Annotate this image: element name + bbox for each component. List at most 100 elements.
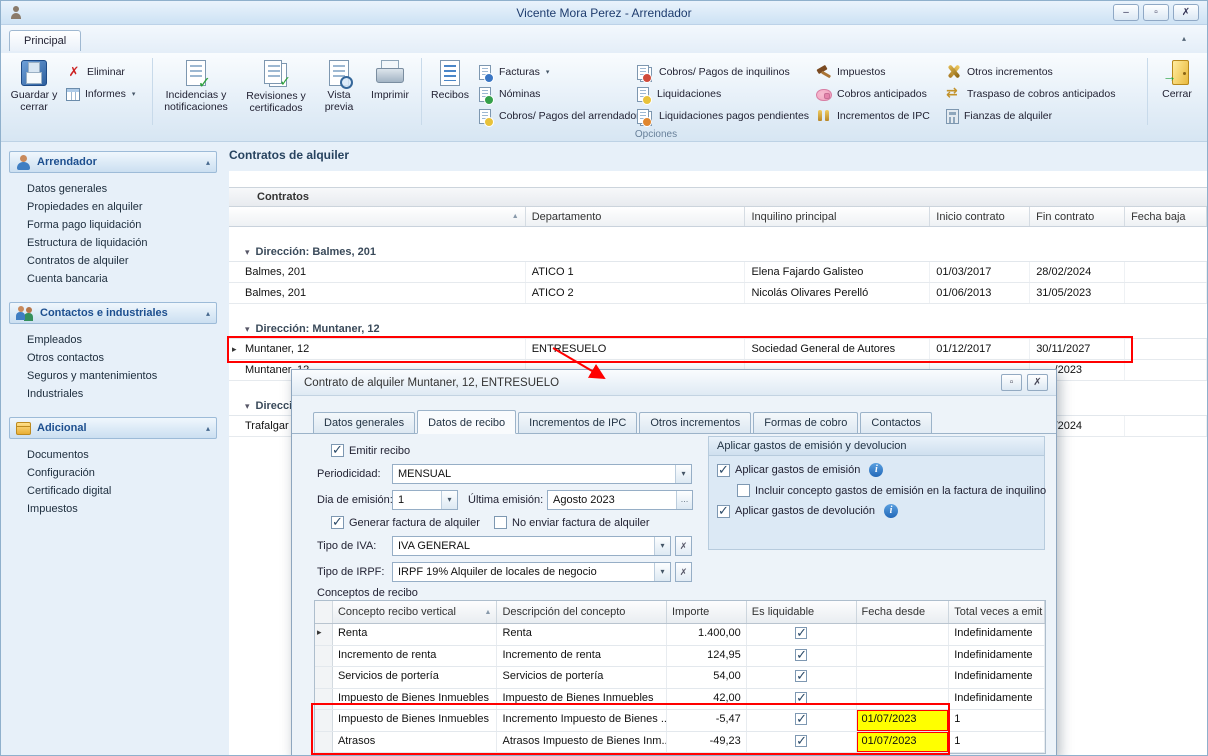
concept-row[interactable]: Impuesto de Bienes InmueblesImpuesto de …	[315, 689, 1045, 711]
periodicidad-combo[interactable]: MENSUAL ▾	[392, 464, 692, 484]
close-window-button[interactable]: ✗	[1173, 4, 1199, 21]
tab-principal[interactable]: Principal	[9, 30, 81, 51]
ellipsis-button[interactable]: …	[676, 491, 692, 509]
column-header-fecha-baja[interactable]: Fecha baja	[1125, 207, 1207, 226]
tipo-iva-clear-button[interactable]: ✗	[675, 536, 692, 556]
table-row[interactable]: Muntaner, 12▸ENTRESUELOSociedad General …	[229, 339, 1207, 360]
sidebar-item-contratos-de-alquiler[interactable]: Contratos de alquiler	[9, 252, 217, 270]
column-header-departamento[interactable]: Departamento	[526, 207, 746, 226]
tab-incrementos-de-ipc[interactable]: Incrementos de IPC	[518, 412, 637, 433]
dialog-titlebar[interactable]: Contrato de alquiler Muntaner, 12, ENTRE…	[292, 370, 1056, 396]
traspaso-button[interactable]: Traspaso de cobros anticipados	[943, 86, 1135, 102]
facturas-button[interactable]: Facturas ▾	[475, 64, 633, 80]
recibos-button[interactable]: Recibos	[425, 56, 475, 102]
chevron-down-icon[interactable]: ▾	[654, 537, 670, 555]
sidebar-item-forma-pago-liquidacio-n[interactable]: Forma pago liquidación	[9, 216, 217, 234]
column-header-es-liquidable[interactable]: Es liquidable	[747, 601, 857, 623]
column-header-direccion[interactable]: ▲	[229, 207, 526, 226]
sidebar-item-configuracio-n[interactable]: Configuración	[9, 464, 217, 482]
info-icon[interactable]: i	[869, 463, 883, 477]
checkbox-aplicar-gastos-de-devolucio-n[interactable]: Aplicar gastos de devolucióni	[717, 504, 1044, 518]
ribbon-collapse-button[interactable]: ▴	[1173, 33, 1195, 47]
checkbox-icon[interactable]	[795, 735, 807, 747]
tipo-irpf-combo[interactable]: IRPF 19% Alquiler de locales de negocio …	[392, 562, 671, 582]
chevron-down-icon[interactable]: ▾	[675, 465, 691, 483]
sidebar-group-header-arrendador[interactable]: Arrendador▴	[9, 151, 217, 173]
informes-button[interactable]: Informes ▾	[63, 86, 149, 102]
concept-row[interactable]: AtrasosAtrasos Impuesto de Bienes Inm...…	[315, 732, 1045, 754]
checkbox-icon[interactable]	[795, 713, 807, 725]
nominas-button[interactable]: Nóminas	[475, 86, 633, 102]
checkbox-incluir-concepto-gastos-de-emisio-n-en-la-factura-de-inquilino[interactable]: Incluir concepto gastos de emisión en la…	[737, 484, 1044, 497]
cobros-inquilinos-button[interactable]: Cobros/ Pagos de inquilinos	[633, 64, 813, 80]
tipo-irpf-clear-button[interactable]: ✗	[675, 562, 692, 582]
otros-incrementos-button[interactable]: Otros incrementos	[943, 64, 1135, 80]
save-close-button[interactable]: Guardar y cerrar	[5, 56, 63, 114]
sidebar-item-empleados[interactable]: Empleados	[9, 331, 217, 349]
liquidaciones-pendientes-button[interactable]: Liquidaciones pagos pendientes	[633, 108, 813, 124]
sidebar-item-industriales[interactable]: Industriales	[9, 385, 217, 403]
revisiones-button[interactable]: Revisiones y certificados	[236, 56, 316, 115]
minimize-button[interactable]: –	[1113, 4, 1139, 21]
checkbox-aplicar-gastos-de-emisio-n[interactable]: Aplicar gastos de emisióni	[717, 463, 1044, 477]
cerrar-button[interactable]: Cerrar	[1151, 56, 1203, 101]
tab-contactos[interactable]: Contactos	[860, 412, 932, 433]
tab-datos-de-recibo[interactable]: Datos de recibo	[417, 410, 516, 434]
impuestos-button[interactable]: Impuestos	[813, 64, 943, 80]
eliminar-button[interactable]: ✗ Eliminar	[63, 64, 149, 80]
no-enviar-factura-checkbox[interactable]: No enviar factura de alquiler	[494, 516, 650, 529]
liquidaciones-button[interactable]: Liquidaciones	[633, 86, 813, 102]
incrementos-ipc-button[interactable]: Incrementos de IPC	[813, 108, 943, 124]
tab-otros-incrementos[interactable]: Otros incrementos	[639, 412, 751, 433]
checkbox-icon[interactable]	[795, 649, 807, 661]
table-row[interactable]: Balmes, 201ATICO 2Nicolás Olivares Perel…	[229, 283, 1207, 304]
chevron-down-icon[interactable]: ▾	[654, 563, 670, 581]
chevron-down-icon[interactable]: ▾	[441, 491, 457, 509]
maximize-button[interactable]: ▫	[1143, 4, 1169, 21]
sidebar-item-propiedades-en-alquiler[interactable]: Propiedades en alquiler	[9, 198, 217, 216]
concept-row[interactable]: Servicios de porteríaServicios de porter…	[315, 667, 1045, 689]
generar-factura-checkbox[interactable]: Generar factura de alquiler	[331, 516, 480, 529]
sidebar-item-certificado-digital[interactable]: Certificado digital	[9, 482, 217, 500]
checkbox-icon[interactable]	[795, 670, 807, 682]
sidebar-item-estructura-de-liquidacio-n[interactable]: Estructura de liquidación	[9, 234, 217, 252]
cobros-arrendador-button[interactable]: Cobros/ Pagos del arrendador	[475, 108, 633, 124]
concept-row[interactable]: ▸RentaRenta1.400,00Indefinidamente	[315, 624, 1045, 646]
tab-formas-de-cobro[interactable]: Formas de cobro	[753, 412, 858, 433]
cobros-anticipados-button[interactable]: Cobros anticipados	[813, 86, 943, 102]
group-row-direccio-n-balmes-201[interactable]: ▾Dirección: Balmes, 201	[229, 243, 1207, 262]
info-icon[interactable]: i	[884, 504, 898, 518]
column-header-concepto-recibo-vertical[interactable]: Concepto recibo vertical▲	[333, 601, 498, 623]
column-header-inicio-contrato[interactable]: Inicio contrato	[930, 207, 1030, 226]
column-header-importe[interactable]: Importe	[667, 601, 747, 623]
concept-row[interactable]: Incremento de rentaIncremento de renta12…	[315, 646, 1045, 668]
dialog-close-button[interactable]: ✗	[1027, 374, 1048, 391]
vista-previa-button[interactable]: Vista previa	[316, 56, 362, 114]
dia-emision-combo[interactable]: 1 ▾	[392, 490, 458, 510]
dialog-restore-button[interactable]: ▫	[1001, 374, 1022, 391]
table-row[interactable]: Balmes, 201ATICO 1Elena Fajardo Galisteo…	[229, 262, 1207, 283]
window-titlebar[interactable]: Vicente Mora Perez - Arrendador – ▫ ✗	[1, 1, 1207, 25]
group-row-direccio-n-muntaner-12[interactable]: ▾Dirección: Muntaner, 12	[229, 320, 1207, 339]
tipo-iva-combo[interactable]: IVA GENERAL ▾	[392, 536, 671, 556]
sidebar-group-header-adicional[interactable]: Adicional▴	[9, 417, 217, 439]
sidebar-item-documentos[interactable]: Documentos	[9, 446, 217, 464]
column-header-fecha-desde[interactable]: Fecha desde	[857, 601, 950, 623]
emitir-recibo-checkbox[interactable]: Emitir recibo	[331, 444, 410, 457]
checkbox-icon[interactable]	[795, 692, 807, 704]
sidebar-item-impuestos[interactable]: Impuestos	[9, 500, 217, 518]
tab-datos-generales[interactable]: Datos generales	[313, 412, 415, 433]
fianzas-button[interactable]: Fianzas de alquiler	[943, 108, 1135, 124]
column-header-fin-contrato[interactable]: Fin contrato	[1030, 207, 1125, 226]
ultima-emision-field[interactable]: Agosto 2023 …	[547, 490, 693, 510]
concept-row[interactable]: Impuesto de Bienes InmueblesIncremento I…	[315, 710, 1045, 732]
sidebar-item-otros-contactos[interactable]: Otros contactos	[9, 349, 217, 367]
incidencias-button[interactable]: Incidencias y notificaciones	[156, 56, 236, 114]
imprimir-button[interactable]: Imprimir	[362, 56, 418, 102]
column-header-total-veces-a-emit[interactable]: Total veces a emit	[949, 601, 1045, 623]
sidebar-group-header-contactos-e-industriales[interactable]: Contactos e industriales▴	[9, 302, 217, 324]
sidebar-item-datos-generales[interactable]: Datos generales	[9, 180, 217, 198]
checkbox-icon[interactable]	[795, 627, 807, 639]
column-header-descripcio-n-del-concepto[interactable]: Descripción del concepto	[497, 601, 667, 623]
sidebar-item-seguros-y-mantenimientos[interactable]: Seguros y mantenimientos	[9, 367, 217, 385]
